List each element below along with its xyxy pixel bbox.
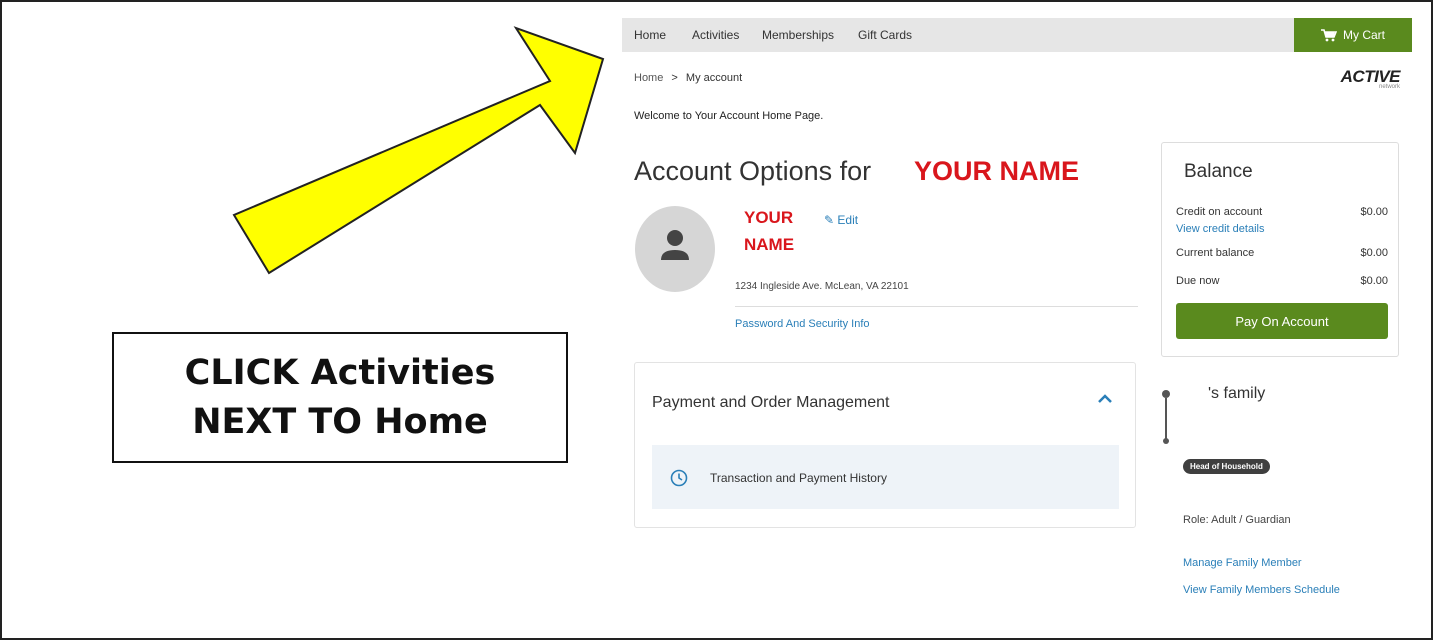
- top-nav: Home Activities Memberships Gift Cards M…: [622, 18, 1412, 52]
- logo-subtext: network: [1378, 84, 1400, 90]
- family-timeline-line: [1165, 398, 1167, 440]
- role-label: Role:: [1183, 514, 1209, 526]
- due-now-value: $0.00: [1360, 275, 1388, 287]
- pencil-icon: ✎: [824, 213, 835, 227]
- transaction-history-item[interactable]: Transaction and Payment History: [652, 445, 1119, 509]
- account-title: Account Options for: [634, 156, 872, 186]
- my-cart-button[interactable]: My Cart: [1294, 18, 1412, 52]
- profile-address: 1234 Ingleside Ave. McLean, VA 22101: [735, 281, 909, 292]
- yellow-arrow-icon: [232, 26, 605, 275]
- balance-title: Balance: [1184, 161, 1253, 182]
- account-page-screenshot: Home Activities Memberships Gift Cards M…: [622, 18, 1412, 626]
- role-value: Adult / Guardian: [1211, 514, 1291, 526]
- clock-icon: [670, 469, 688, 487]
- profile-divider: [735, 306, 1138, 307]
- due-now-label: Due now: [1176, 275, 1220, 287]
- edit-label: Edit: [837, 213, 859, 227]
- current-balance-value: $0.00: [1360, 247, 1388, 259]
- payment-order-title: Payment and Order Management: [652, 394, 890, 411]
- family-timeline-dot: [1163, 438, 1169, 444]
- callout-line-2: NEXT TO Home: [192, 401, 488, 442]
- view-family-schedule-link[interactable]: View Family Members Schedule: [1183, 584, 1340, 596]
- user-icon: [661, 230, 689, 260]
- callout-line-1: CLICK Activities: [184, 352, 496, 393]
- credit-on-account-value: $0.00: [1360, 206, 1388, 218]
- credit-on-account-label: Credit on account: [1176, 206, 1263, 218]
- avatar: [635, 206, 715, 292]
- family-role: Role: Adult / Guardian: [1183, 514, 1291, 526]
- edit-profile-link[interactable]: ✎ Edit: [824, 213, 858, 227]
- head-of-household-badge: Head of Household: [1183, 459, 1270, 474]
- chevron-up-icon[interactable]: [1095, 391, 1115, 407]
- current-balance-label: Current balance: [1176, 247, 1255, 259]
- view-credit-details-link[interactable]: View credit details: [1176, 223, 1264, 235]
- family-title: 's family: [1208, 385, 1266, 402]
- manage-family-member-link[interactable]: Manage Family Member: [1183, 557, 1302, 569]
- nav-memberships[interactable]: Memberships: [762, 28, 834, 42]
- password-security-link[interactable]: Password And Security Info: [735, 318, 870, 330]
- breadcrumb: Home > My account: [634, 72, 742, 84]
- welcome-text: Welcome to Your Account Home Page.: [634, 110, 824, 122]
- family-timeline-dot: [1162, 390, 1170, 398]
- cart-icon: [1321, 28, 1337, 41]
- balance-card: Balance Credit on account $0.00 View cre…: [1161, 142, 1399, 357]
- breadcrumb-current: My account: [685, 72, 743, 84]
- account-name-annotation: YOUR NAME: [914, 156, 1080, 186]
- breadcrumb-home[interactable]: Home: [634, 72, 663, 84]
- transaction-history-label: Transaction and Payment History: [710, 471, 887, 485]
- pay-on-account-button[interactable]: Pay On Account: [1176, 303, 1388, 339]
- profile-name-annotation: YOUR NAME: [744, 208, 795, 254]
- breadcrumb-separator: >: [671, 72, 678, 84]
- nav-activities[interactable]: Activities: [692, 28, 739, 42]
- payment-order-panel: Payment and Order Management Transaction…: [634, 362, 1136, 528]
- instruction-callout: CLICK Activities NEXT TO Home: [112, 332, 568, 463]
- my-cart-label: My Cart: [1343, 28, 1385, 42]
- nav-gift-cards[interactable]: Gift Cards: [858, 28, 912, 42]
- nav-home[interactable]: Home: [634, 28, 666, 42]
